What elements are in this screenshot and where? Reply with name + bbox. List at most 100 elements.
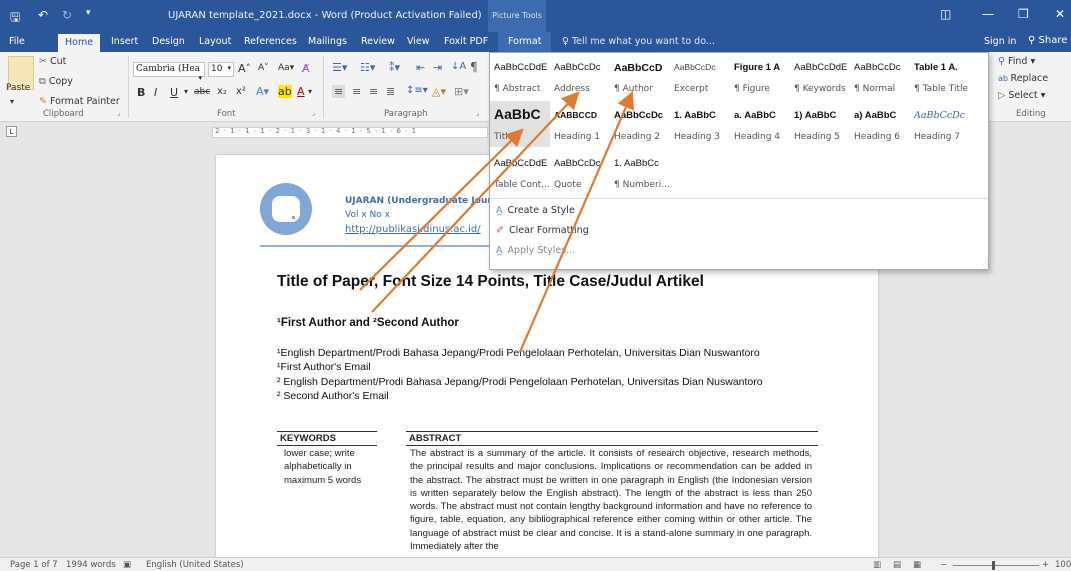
clear-formatting-item[interactable]: ✐ Clear Formatting (496, 225, 589, 236)
align-left-icon[interactable]: ≡ (332, 85, 346, 98)
paste-button[interactable]: Paste (6, 83, 30, 93)
zoom-out-icon[interactable]: − (940, 560, 947, 570)
close-icon[interactable]: ✕ (1055, 7, 1065, 21)
align-right-icon[interactable]: ≡ (369, 85, 378, 98)
clear-formatting-icon[interactable]: A̸ (302, 62, 310, 75)
decrease-indent-icon[interactable]: ⇤ (416, 61, 425, 74)
bold-icon[interactable]: B (137, 86, 145, 99)
superscript-icon[interactable]: x² (236, 86, 246, 97)
tab-home[interactable]: Home (58, 34, 101, 52)
tab-mailings[interactable]: Mailings (308, 36, 347, 47)
web-layout-icon[interactable]: ▦ (913, 560, 921, 570)
style-quote[interactable]: AaBbCcDc Quote (550, 149, 610, 195)
undo-icon[interactable]: ↶ (38, 8, 48, 22)
abstract-heading[interactable]: ABSTRACT (406, 431, 818, 446)
style-figure[interactable]: Figure 1 A ¶ Figure (730, 53, 790, 99)
author-names[interactable]: ¹First Author and ²Second Author (277, 317, 459, 329)
style-author[interactable]: AaBbCcD ¶ Author (610, 53, 670, 99)
zoom-slider[interactable] (953, 565, 1039, 566)
style-abstract[interactable]: AaBbCcDdE ¶ Abstract (490, 53, 550, 99)
tab-format[interactable]: Format (498, 32, 552, 52)
strikethrough-icon[interactable]: abc (194, 87, 210, 97)
style-heading-7[interactable]: AaBbCcDc Heading 7 (910, 101, 970, 147)
style-table-title[interactable]: Table 1 A. ¶ Table Title (910, 53, 970, 99)
journal-link[interactable]: http://publikasi.dinus.ac.id/ (345, 224, 481, 235)
multilevel-list-icon[interactable]: ⁑▾ (389, 61, 400, 74)
save-icon[interactable]: 🖫 (10, 8, 20, 29)
copy-button[interactable]: ⧉ Copy (39, 76, 73, 87)
zoom-slider-handle[interactable] (992, 561, 995, 570)
bullets-icon[interactable]: ☰▾ (332, 61, 347, 74)
replace-button[interactable]: ab Replace (998, 73, 1048, 84)
keywords-text[interactable]: lower case; write alphabetically in maxi… (284, 447, 376, 487)
tab-insert[interactable]: Insert (111, 36, 138, 47)
shrink-font-icon[interactable]: A˅ (258, 63, 269, 73)
italic-icon[interactable]: I (154, 86, 157, 99)
print-layout-icon[interactable]: ▤ (893, 560, 901, 570)
subscript-icon[interactable]: x₂ (217, 86, 227, 97)
increase-indent-icon[interactable]: ⇥ (433, 61, 442, 74)
proofing-icon[interactable]: ▣ (123, 560, 131, 570)
paper-title[interactable]: Title of Paper, Font Size 14 Points, Tit… (277, 273, 704, 291)
redo-icon[interactable]: ↻ (62, 8, 72, 22)
tab-review[interactable]: Review (361, 36, 395, 47)
read-mode-icon[interactable]: ▥ (873, 560, 881, 570)
format-painter-button[interactable]: ✎ Format Painter (39, 96, 120, 107)
show-marks-icon[interactable]: ¶ (470, 60, 478, 74)
grow-font-icon[interactable]: A˄ (238, 62, 251, 75)
shading-icon[interactable]: ◬▾ (432, 85, 446, 98)
find-button[interactable]: ⚲ Find ▾ (998, 56, 1035, 67)
paste-dropdown-icon[interactable]: ▾ (10, 97, 14, 106)
style-numbering[interactable]: 1. AaBbCc ¶ Numberi... (610, 149, 670, 195)
style-title[interactable]: AaBbC Title (490, 101, 550, 147)
apply-styles-item[interactable]: A̲ Apply Styles... (496, 245, 575, 256)
font-size-box[interactable]: 10 ▾ (208, 62, 234, 77)
restore-icon[interactable]: ❐ (1018, 7, 1029, 21)
style-normal[interactable]: AaBbCcDc ¶ Normal (850, 53, 910, 99)
style-heading-3[interactable]: 1. AaBbC Heading 3 (670, 101, 730, 147)
font-name-box[interactable]: Cambria (Hea ▾ (133, 62, 205, 82)
keywords-heading[interactable]: KEYWORDS (277, 431, 377, 446)
customize-toolbar-icon[interactable]: ▾ (86, 8, 91, 18)
change-case-icon[interactable]: Aa▾ (278, 63, 294, 73)
zoom-level[interactable]: 100 (1055, 560, 1071, 570)
sign-in-link[interactable]: Sign in (984, 36, 1016, 47)
style-table-content[interactable]: AaBbCcDdE Table Cont... (490, 149, 550, 195)
line-spacing-icon[interactable]: ↕≡▾ (406, 85, 428, 96)
ribbon-display-icon[interactable]: ◫ (940, 7, 951, 21)
style-heading-2[interactable]: AaBbCcDc Heading 2 (610, 101, 670, 147)
share-button[interactable]: ⚲ Share (1028, 35, 1067, 46)
align-center-icon[interactable]: ≡ (352, 85, 361, 98)
style-heading-5[interactable]: 1) AaBbC Heading 5 (790, 101, 850, 147)
minimize-icon[interactable]: — (982, 7, 994, 21)
zoom-in-icon[interactable]: + (1042, 560, 1049, 570)
tab-foxit-pdf[interactable]: Foxit PDF (444, 36, 488, 47)
underline-icon[interactable]: U (170, 86, 178, 99)
email-2[interactable]: ² Second Author's Email (277, 390, 389, 402)
page-count[interactable]: Page 1 of 7 (10, 560, 58, 570)
clipboard-launcher-icon[interactable]: ⌟ (117, 109, 120, 117)
tell-me-search[interactable]: ♀ Tell me what you want to do... (562, 36, 715, 47)
font-color-icon[interactable]: A (297, 85, 305, 98)
tab-references[interactable]: References (244, 36, 297, 47)
tab-design[interactable]: Design (152, 36, 185, 47)
underline-dropdown-icon[interactable]: ▾ (184, 87, 188, 96)
font-color-dropdown-icon[interactable]: ▾ (308, 87, 312, 96)
cut-button[interactable]: ✂ Cut (39, 56, 66, 67)
email-1[interactable]: ¹First Author's Email (277, 361, 371, 373)
resize-grip-icon[interactable]: ⋰ (982, 259, 989, 267)
affiliation-1[interactable]: ¹English Department/Prodi Bahasa Jepang/… (277, 347, 760, 359)
style-keywords[interactable]: AaBbCcDdE ¶ Keywords (790, 53, 850, 99)
highlight-icon[interactable]: ab (278, 85, 292, 98)
sort-icon[interactable]: ↓A (451, 61, 466, 72)
text-effects-icon[interactable]: A▾ (256, 85, 269, 98)
create-style-item[interactable]: A̲ Create a Style (496, 205, 575, 216)
style-excerpt[interactable]: AaBbCcDc Excerpt (670, 53, 730, 99)
font-launcher-icon[interactable]: ⌟ (312, 109, 315, 117)
tab-layout[interactable]: Layout (199, 36, 231, 47)
style-address[interactable]: AaBbCcDc Address (550, 53, 610, 99)
paragraph-launcher-icon[interactable]: ⌟ (476, 109, 479, 117)
tab-file[interactable]: File (9, 36, 25, 47)
borders-icon[interactable]: ⊞▾ (454, 85, 469, 98)
numbering-icon[interactable]: ☷▾ (360, 61, 375, 74)
